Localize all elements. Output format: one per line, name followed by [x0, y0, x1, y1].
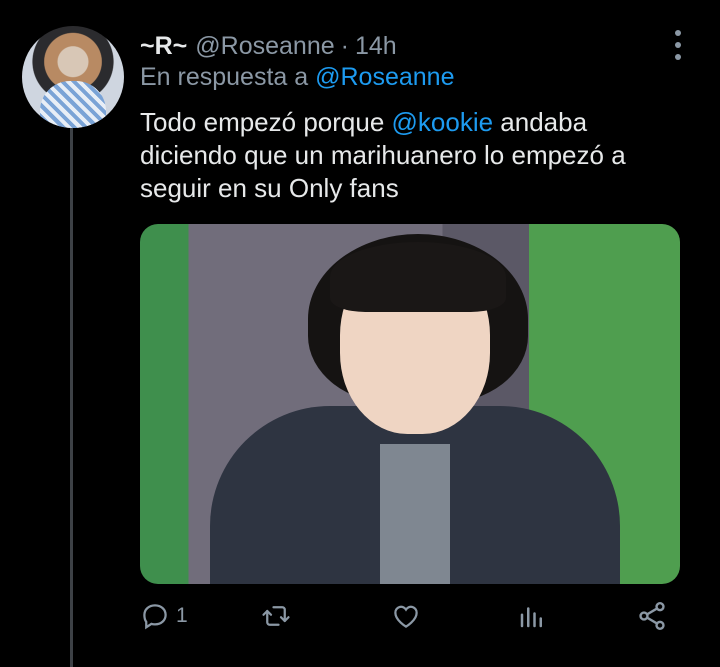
tweet-header: ~R~ @Roseanne · 14h	[140, 30, 397, 62]
dot-icon	[675, 30, 681, 36]
thread-line	[70, 128, 73, 667]
dot-icon	[675, 42, 681, 48]
analytics-icon	[520, 607, 542, 628]
retweet-icon	[262, 606, 290, 626]
reply-prefix: En respuesta a	[140, 63, 309, 91]
action-bar: 1	[140, 598, 680, 634]
reply-mention-link[interactable]: @Roseanne	[315, 63, 454, 91]
display-name[interactable]: ~R~	[140, 32, 187, 61]
share-icon	[639, 602, 665, 630]
image-shirt	[380, 444, 450, 584]
tweet-image[interactable]	[140, 224, 680, 584]
retweet-button[interactable]	[260, 598, 292, 634]
mention-link[interactable]: @kookie	[392, 107, 494, 137]
reply-count: 1	[176, 604, 188, 627]
timestamp[interactable]: 14h	[355, 32, 397, 61]
reply-context: En respuesta a @Roseanne	[140, 63, 454, 92]
separator: ·	[340, 31, 349, 60]
reply-icon	[143, 604, 167, 630]
handle[interactable]: @Roseanne	[195, 32, 334, 61]
tweet-text: Todo empezó porque @kookie andaba dicien…	[140, 106, 690, 205]
tweet-text-before: Todo empezó porque	[140, 107, 392, 137]
more-options-button[interactable]	[666, 30, 690, 60]
like-button[interactable]	[390, 598, 422, 634]
like-icon	[394, 605, 418, 628]
dot-icon	[675, 54, 681, 60]
avatar[interactable]	[22, 26, 124, 128]
reply-button[interactable]: 1	[140, 598, 188, 634]
share-button[interactable]	[636, 598, 668, 634]
analytics-button[interactable]	[517, 598, 547, 634]
image-hair-front	[330, 242, 506, 312]
